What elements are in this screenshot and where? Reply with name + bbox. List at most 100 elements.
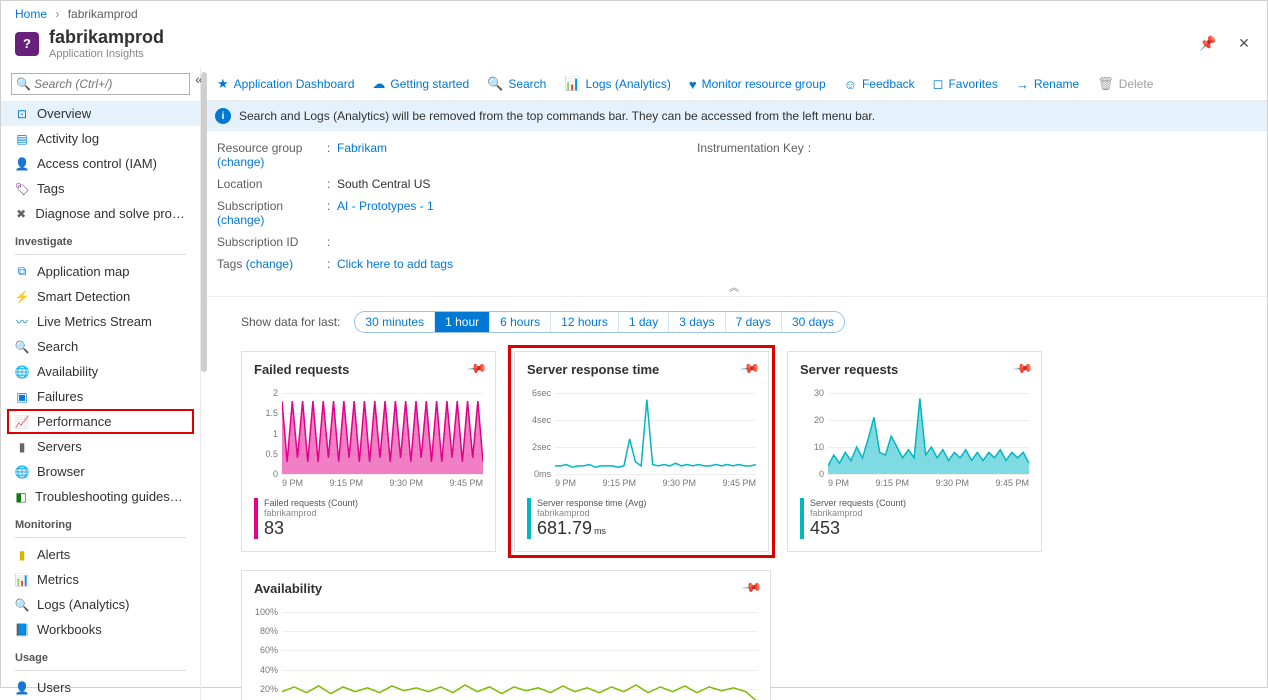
cmd-monitor-rg[interactable]: ♥Monitor resource group: [689, 77, 826, 92]
pin-icon[interactable]: 📌: [1199, 35, 1217, 53]
sidebar-item-troubleshooting-guides-pre-[interactable]: ◧Troubleshooting guides (pre…: [1, 484, 200, 509]
sidebar-item-search[interactable]: 🔍 Search: [1, 334, 200, 359]
sidebar-item-access-control-iam-[interactable]: 👤 Access control (IAM): [1, 151, 200, 176]
metric-block: Failed requests (Count) fabrikamprod 83: [254, 498, 483, 539]
close-icon[interactable]: ✕: [1235, 35, 1253, 53]
range-pill-6-hours[interactable]: 6 hours: [490, 312, 551, 332]
logs-icon: 📊: [564, 76, 580, 92]
sidebar-item-metrics[interactable]: 📊Metrics: [1, 567, 200, 592]
sidebar-item-diagnose-and-solve-problems[interactable]: ✖Diagnose and solve problems: [1, 201, 200, 226]
sidebar-item-label: Troubleshooting guides (pre…: [35, 489, 186, 504]
collapse-handle-icon[interactable]: ︽: [201, 277, 1267, 297]
breadcrumb: Home › fabrikamprod: [1, 1, 1267, 23]
sidebar-item-label: Overview: [37, 106, 91, 121]
sidebar-item-alerts[interactable]: ▮Alerts: [1, 542, 200, 567]
sidebar-search-input[interactable]: [11, 73, 190, 95]
range-pill-3-days[interactable]: 3 days: [669, 312, 725, 332]
main-content: ★Application Dashboard ☁Getting started …: [201, 68, 1267, 700]
command-bar: ★Application Dashboard ☁Getting started …: [201, 68, 1267, 101]
sidebar-item-label: Workbooks: [37, 622, 102, 637]
sidebar-item-servers[interactable]: ▮Servers: [1, 434, 200, 459]
cmd-search[interactable]: 🔍Search: [487, 76, 546, 92]
nav-icon: ▣: [15, 390, 29, 404]
nav-icon: 🔍: [15, 340, 29, 354]
sidebar-item-label: Tags: [37, 181, 64, 196]
cmd-logs[interactable]: 📊Logs (Analytics): [564, 76, 671, 92]
change-tags-link[interactable]: (change): [246, 257, 293, 271]
nav-icon: 🌐: [15, 365, 29, 379]
range-pill-1-hour[interactable]: 1 hour: [435, 312, 490, 332]
resource-metadata: Resource group (change):Fabrikam Instrum…: [201, 131, 1267, 277]
sidebar-item-tags[interactable]: 🏷 Tags: [1, 176, 200, 201]
star-icon: ★: [217, 76, 229, 92]
chevron-right-icon: ›: [55, 7, 59, 21]
sidebar-item-logs-analytics-[interactable]: 🔍Logs (Analytics): [1, 592, 200, 617]
sidebar-item-label: Failures: [37, 389, 83, 404]
range-pill-30-minutes[interactable]: 30 minutes: [355, 312, 435, 332]
sidebar-item-performance[interactable]: 📈Performance: [7, 409, 194, 434]
sidebar-item-activity-log[interactable]: ▤Activity log: [1, 126, 200, 151]
sidebar-item-live-metrics-stream[interactable]: 〰Live Metrics Stream: [1, 309, 200, 334]
sidebar-item-label: Smart Detection: [37, 289, 130, 304]
sub-value[interactable]: AI - Prototypes - 1: [337, 199, 434, 213]
rg-value[interactable]: Fabrikam: [337, 141, 387, 155]
nav-icon: 🔍: [15, 598, 29, 612]
sidebar-item-availability[interactable]: 🌐 Availability: [1, 359, 200, 384]
change-rg-link[interactable]: (change): [217, 155, 264, 169]
sidebar-item-label: Diagnose and solve problems: [35, 206, 186, 221]
chart-failed-requests: 00.511.529 PM9:15 PM9:30 PM9:45 PM: [254, 393, 483, 488]
nav-icon: ⧉: [15, 265, 29, 279]
nav-icon: ▮: [15, 548, 29, 562]
sidebar-item-label: Activity log: [37, 131, 99, 146]
info-banner-text: Search and Logs (Analytics) will be remo…: [239, 109, 875, 123]
page-title: fabrikamprod: [49, 27, 164, 48]
metric-block: Server response time (Avg) fabrikamprod …: [527, 498, 756, 539]
sidebar-item-failures[interactable]: ▣ Failures: [1, 384, 200, 409]
card-server-response-time[interactable]: Server response time 📌 0ms2sec4sec6sec9 …: [514, 351, 769, 552]
search-icon: 🔍: [487, 76, 503, 92]
sidebar-item-application-map[interactable]: ⧉Application map: [1, 259, 200, 284]
subid-value: [337, 235, 697, 249]
sidebar-item-label: Metrics: [37, 572, 79, 587]
app-insights-logo-icon: ?: [15, 32, 39, 56]
cmd-favorites[interactable]: ◻Favorites: [933, 76, 998, 92]
cmd-rename[interactable]: →Rename: [1016, 77, 1079, 92]
nav-icon: 📘: [15, 623, 29, 637]
nav-icon: 🏷: [15, 182, 29, 196]
nav-icon: 👤: [15, 157, 29, 171]
card-failed-requests[interactable]: Failed requests 📌 00.511.529 PM9:15 PM9:…: [241, 351, 496, 552]
breadcrumb-home[interactable]: Home: [15, 7, 47, 21]
range-pill-12-hours[interactable]: 12 hours: [551, 312, 619, 332]
sidebar-item-workbooks[interactable]: 📘 Workbooks: [1, 617, 200, 642]
card-availability[interactable]: Availability 📌 0%20%40%60%80%100%9 PM9:1…: [241, 570, 771, 700]
nav-icon: ▮: [15, 440, 29, 454]
scrollbar-thumb[interactable]: [201, 72, 207, 372]
chart-server-response-time: 0ms2sec4sec6sec9 PM9:15 PM9:30 PM9:45 PM: [527, 393, 756, 488]
nav-icon: ⚡: [15, 290, 29, 304]
chart-availability: 0%20%40%60%80%100%9 PM9:15 PM9:30 PM9:45…: [254, 612, 758, 700]
sidebar: 🔍 ⊡ Overview ▤Activity log 👤 Access control …: [1, 68, 201, 700]
range-pill-30-days[interactable]: 30 days: [782, 312, 844, 332]
sidebar-item-label: Access control (IAM): [37, 156, 157, 171]
sidebar-item-smart-detection[interactable]: ⚡ Smart Detection: [1, 284, 200, 309]
tags-value[interactable]: Click here to add tags: [337, 257, 453, 271]
sidebar-item-label: Availability: [37, 364, 98, 379]
range-pill-7-days[interactable]: 7 days: [726, 312, 782, 332]
cmd-feedback[interactable]: ☺Feedback: [844, 77, 915, 92]
sidebar-item-overview[interactable]: ⊡ Overview: [1, 101, 200, 126]
cmd-getting-started[interactable]: ☁Getting started: [372, 76, 469, 92]
sidebar-item-label: Browser: [37, 464, 85, 479]
smile-icon: ☺: [844, 77, 857, 92]
sidebar-item-label: Performance: [37, 414, 111, 429]
range-pill-1-day[interactable]: 1 day: [619, 312, 669, 332]
nav-icon: ⊡: [15, 107, 29, 121]
sidebar-item-label: Search: [37, 339, 78, 354]
change-sub-link[interactable]: (change): [217, 213, 264, 227]
cmd-application-dashboard[interactable]: ★Application Dashboard: [217, 76, 354, 92]
sidebar-item-label: Live Metrics Stream: [37, 314, 152, 329]
card-server-requests[interactable]: Server requests 📌 01020309 PM9:15 PM9:30…: [787, 351, 1042, 552]
cloud-icon: ☁: [372, 76, 385, 92]
info-banner: i Search and Logs (Analytics) will be re…: [201, 101, 1267, 131]
cmd-delete[interactable]: 🗑Delete: [1097, 76, 1153, 92]
sidebar-item-browser[interactable]: 🌐Browser: [1, 459, 200, 484]
